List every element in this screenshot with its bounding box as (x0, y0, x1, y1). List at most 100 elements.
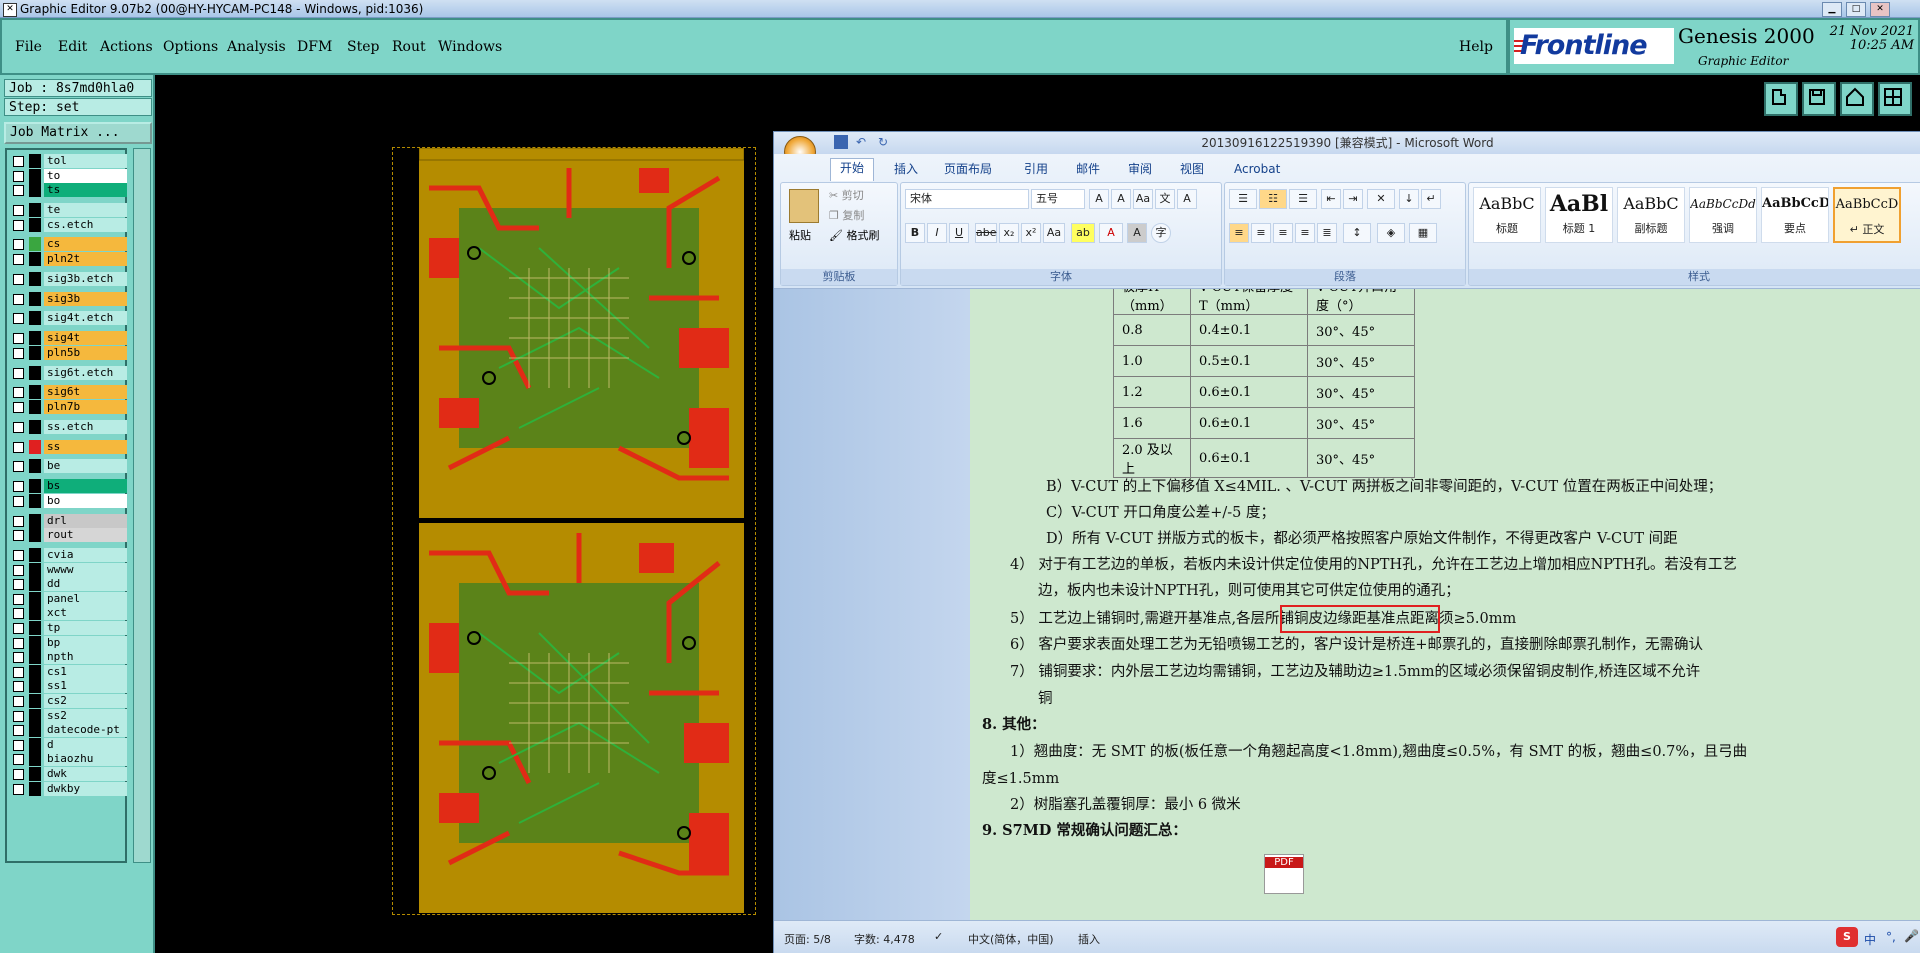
job-matrix-button[interactable]: Job Matrix ... (4, 122, 152, 144)
tab-home[interactable]: 开始 (830, 158, 875, 181)
layer-row-be[interactable]: be (11, 459, 127, 474)
layer-label[interactable]: bp (44, 635, 127, 650)
layer-color-swatch[interactable] (29, 400, 41, 414)
layer-color-swatch[interactable] (29, 311, 41, 326)
layer-checkbox[interactable] (13, 219, 24, 231)
tab-insert[interactable]: 插入 (894, 160, 918, 178)
layer-row-sig3b-etch[interactable]: sig3b.etch (11, 271, 127, 286)
ime-punct-icon[interactable]: °, (1886, 930, 1896, 944)
layer-checkbox[interactable] (13, 481, 24, 493)
menu-edit[interactable]: Edit (58, 39, 87, 55)
status-insert-mode[interactable]: 插入 (1078, 931, 1100, 947)
menu-rout[interactable]: Rout (392, 39, 426, 55)
line-spacing-icon[interactable]: ↕ (1343, 223, 1371, 243)
layer-checkbox[interactable] (13, 652, 24, 664)
layer-row-npth[interactable]: npth (11, 650, 127, 665)
layer-checkbox[interactable] (13, 347, 24, 359)
align-left-icon[interactable]: ≡ (1229, 223, 1249, 243)
layer-row-biaozhu[interactable]: biaozhu (11, 752, 127, 767)
layer-row-rout[interactable]: rout (11, 528, 127, 543)
layer-row-dd[interactable]: dd (11, 577, 127, 592)
layer-label[interactable]: pln7b (44, 400, 127, 414)
cut-button[interactable]: ✂ 剪切 (829, 187, 864, 203)
layer-checkbox[interactable] (13, 637, 24, 649)
layer-color-swatch[interactable] (29, 291, 41, 306)
bold-icon[interactable]: B (905, 223, 925, 243)
show-marks-icon[interactable]: ↵ (1421, 189, 1441, 209)
layer-color-swatch[interactable] (29, 439, 41, 454)
layer-row-sig4t-etch[interactable]: sig4t.etch (11, 311, 127, 326)
layer-color-swatch[interactable] (29, 252, 41, 266)
layer-color-swatch[interactable] (29, 459, 41, 474)
layer-checkbox[interactable] (13, 170, 24, 182)
layer-color-swatch[interactable] (29, 591, 41, 606)
char-shading-icon[interactable]: A (1127, 223, 1147, 243)
style-emphasis[interactable]: AaBbCcDd 强调 (1689, 187, 1757, 243)
style-title[interactable]: AaBbC 标题 (1473, 187, 1541, 243)
menu-dfm[interactable]: DFM (297, 39, 332, 55)
save-icon[interactable] (1802, 82, 1836, 116)
layer-checkbox[interactable] (13, 666, 24, 678)
shading-icon[interactable]: ◈ (1377, 223, 1405, 243)
ime-sogou-icon[interactable]: S (1836, 927, 1858, 947)
tab-acrobat[interactable]: Acrobat (1234, 160, 1280, 178)
clear-format-icon[interactable]: Aa (1133, 189, 1153, 209)
layer-label[interactable]: panel (44, 591, 127, 606)
layer-row-drl[interactable]: drl (11, 513, 127, 528)
ime-chinese-icon[interactable]: 中 (1864, 931, 1876, 948)
layer-color-swatch[interactable] (29, 528, 41, 543)
tab-mailings[interactable]: 邮件 (1076, 160, 1100, 178)
layer-label[interactable]: pln2t (44, 252, 127, 266)
style-normal[interactable]: AaBbCcD ↵ 正文 (1833, 187, 1901, 243)
layer-color-swatch[interactable] (29, 183, 41, 198)
layer-checkbox[interactable] (13, 564, 24, 576)
layer-checkbox[interactable] (13, 696, 24, 707)
layer-label[interactable]: ts (44, 183, 127, 198)
paste-button[interactable]: 粘贴 (789, 227, 811, 243)
layer-row-cs1[interactable]: cs1 (11, 664, 127, 679)
menu-analysis[interactable]: Analysis (227, 39, 286, 55)
layer-row-ss-etch[interactable]: ss.etch (11, 419, 127, 434)
layer-row-wwww[interactable]: wwww (11, 562, 127, 577)
layer-color-swatch[interactable] (29, 479, 41, 494)
layer-row-sig4t[interactable]: sig4t (11, 331, 127, 346)
layer-label[interactable]: dd (44, 577, 127, 592)
layer-row-bs[interactable]: bs (11, 479, 127, 494)
align-right-icon[interactable]: ≡ (1273, 223, 1293, 243)
align-center-icon[interactable]: ≡ (1251, 223, 1271, 243)
menu-actions[interactable]: Actions (100, 39, 153, 55)
layer-checkbox[interactable] (13, 530, 24, 542)
layer-color-swatch[interactable] (29, 548, 41, 562)
status-language[interactable]: 中文(简体，中国) (968, 931, 1054, 947)
layer-checkbox[interactable] (13, 402, 24, 413)
numbering-icon[interactable]: ☷ (1259, 189, 1287, 209)
layer-row-dwk[interactable]: dwk (11, 767, 127, 781)
layer-label[interactable]: sig4t.etch (44, 311, 127, 326)
style-heading1[interactable]: AaBl 标题 1 (1545, 187, 1613, 243)
layer-checkbox[interactable] (13, 441, 24, 453)
layer-label[interactable]: bs (44, 479, 127, 494)
layer-label[interactable]: ss1 (44, 679, 127, 694)
layer-row-xct[interactable]: xct (11, 606, 127, 621)
layer-row-tp[interactable]: tp (11, 621, 127, 635)
layer-checkbox[interactable] (13, 681, 24, 693)
layer-label[interactable]: ss2 (44, 708, 127, 723)
layer-checkbox[interactable] (13, 461, 24, 473)
layer-checkbox[interactable] (13, 515, 24, 527)
layer-list-scrollbar[interactable] (133, 148, 151, 863)
ime-mic-icon[interactable]: 🎤 (1904, 929, 1919, 943)
close-button[interactable]: ✕ (1870, 2, 1890, 17)
layer-label[interactable]: drl (44, 513, 127, 528)
layer-color-swatch[interactable] (29, 154, 41, 168)
layer-row-panel[interactable]: panel (11, 591, 127, 606)
layer-color-swatch[interactable] (29, 606, 41, 621)
layer-label[interactable]: sig4t (44, 331, 127, 346)
font-color-icon[interactable]: A (1099, 223, 1123, 243)
layer-label[interactable]: sig6t.etch (44, 365, 127, 380)
layer-checkbox[interactable] (13, 239, 24, 251)
layer-row-pln7b[interactable]: pln7b (11, 400, 127, 414)
layer-label[interactable]: pln5b (44, 345, 127, 360)
layer-color-swatch[interactable] (29, 345, 41, 360)
layer-color-swatch[interactable] (29, 767, 41, 781)
increase-indent-icon[interactable]: ⇥ (1343, 189, 1363, 209)
